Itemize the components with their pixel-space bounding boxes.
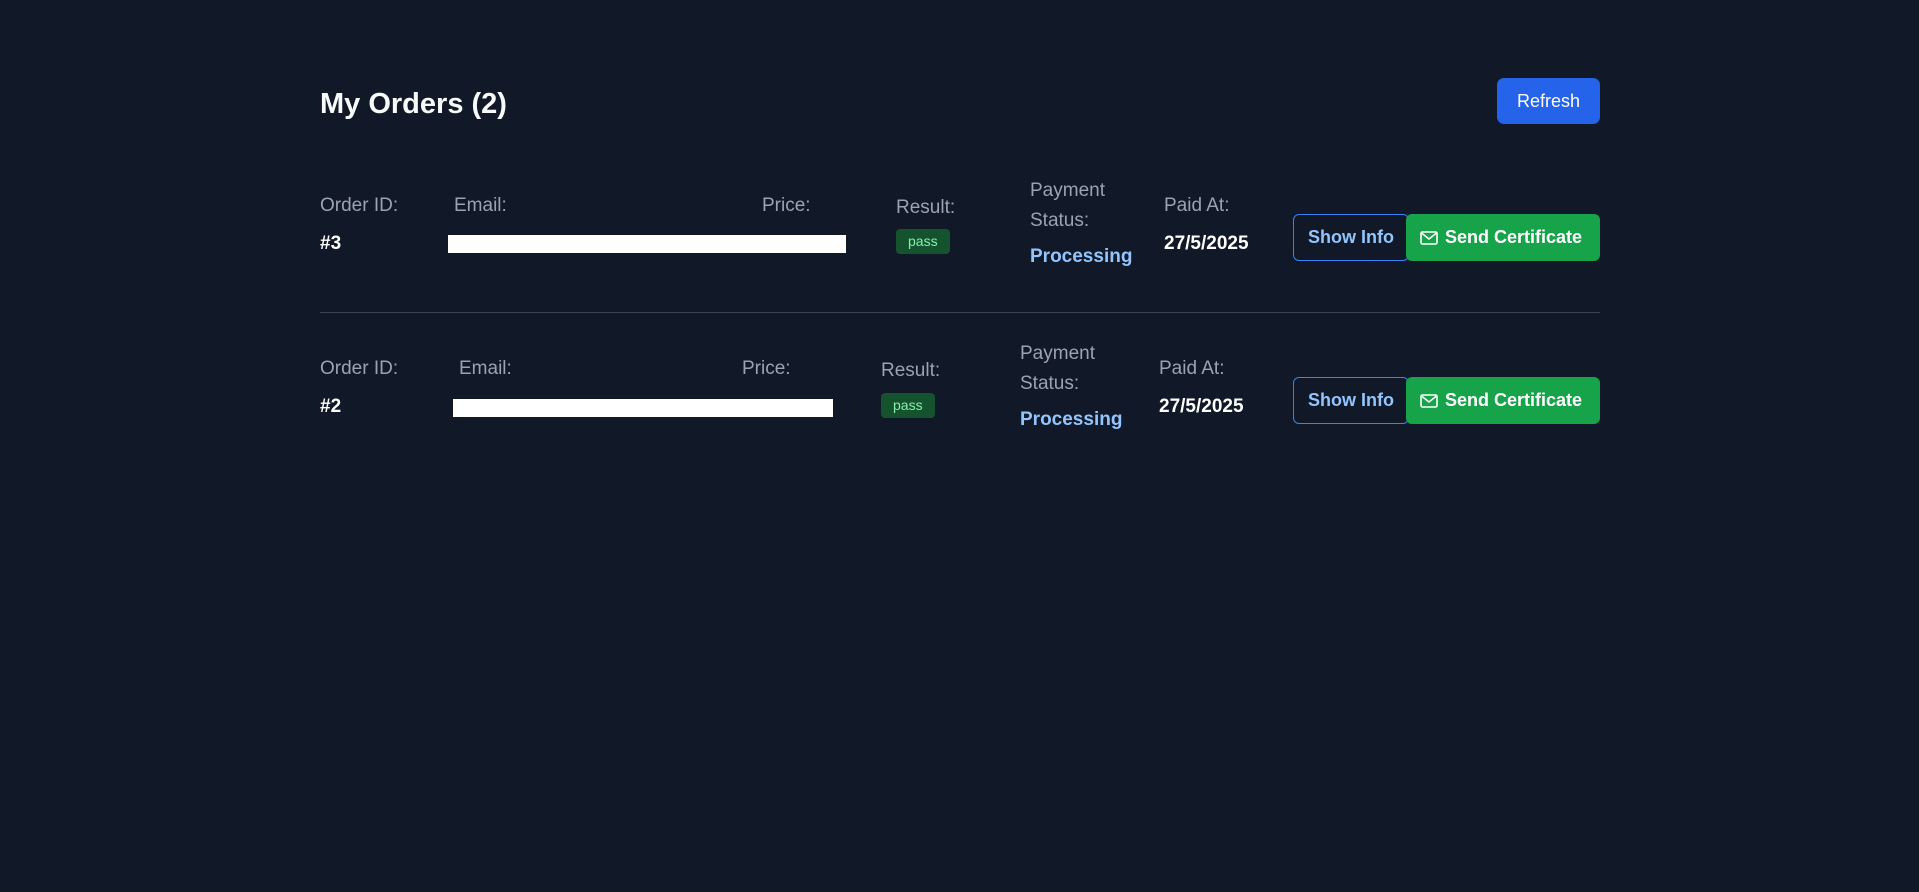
- email-label: Email:: [454, 195, 507, 216]
- order-row: Order ID: #2 Email: Price: Result: pass …: [320, 312, 1600, 472]
- send-certificate-label: Send Certificate: [1444, 390, 1582, 410]
- mail-icon: [1420, 230, 1438, 245]
- send-certificate-button[interactable]: Send Certificate: [1405, 214, 1600, 261]
- paid-at-label: Paid At:: [1164, 195, 1230, 216]
- payment-status-value: Processing: [1030, 246, 1133, 267]
- payment-status-label-line1: Payment: [1020, 343, 1095, 364]
- show-info-button[interactable]: Show Info: [1293, 377, 1409, 424]
- result-badge: pass: [896, 229, 950, 254]
- send-certificate-button[interactable]: Send Certificate: [1405, 377, 1600, 424]
- send-certificate-label: Send Certificate: [1444, 227, 1582, 247]
- page: My Orders (2) Refresh Order ID: #3 Email…: [0, 0, 1919, 892]
- order-row: Order ID: #3 Email: Price: Result: pass …: [320, 180, 1600, 312]
- order-id-value: #2: [320, 396, 342, 417]
- order-id-label: Order ID:: [320, 358, 399, 379]
- payment-status-value: Processing: [1020, 409, 1123, 430]
- paid-at-label: Paid At:: [1159, 358, 1225, 379]
- paid-at-value: 27/5/2025: [1164, 233, 1249, 254]
- result-label: Result:: [881, 360, 941, 381]
- payment-status-label-line2: Status:: [1020, 373, 1080, 394]
- refresh-button[interactable]: Refresh: [1496, 78, 1600, 124]
- result-badge: pass: [881, 393, 935, 418]
- orders-list: Order ID: #3 Email: Price: Result: pass …: [320, 180, 1600, 472]
- page-title: My Orders (2): [320, 88, 507, 120]
- result-label: Result:: [896, 197, 956, 218]
- price-label: Price:: [742, 358, 791, 379]
- page-header: My Orders (2) Refresh: [320, 78, 1600, 128]
- order-id-label: Order ID:: [320, 195, 399, 216]
- orders-container: My Orders (2) Refresh Order ID: #3 Email…: [320, 78, 1600, 430]
- email-label: Email:: [459, 358, 512, 379]
- order-id-value: #3: [320, 233, 342, 254]
- paid-at-value: 27/5/2025: [1159, 396, 1244, 417]
- email-redaction: [448, 235, 846, 253]
- price-label: Price:: [762, 195, 811, 216]
- show-info-button[interactable]: Show Info: [1293, 214, 1409, 261]
- mail-icon: [1420, 393, 1438, 408]
- payment-status-label-line1: Payment: [1030, 180, 1105, 201]
- email-redaction: [453, 399, 833, 417]
- payment-status-label-line2: Status:: [1030, 210, 1090, 231]
